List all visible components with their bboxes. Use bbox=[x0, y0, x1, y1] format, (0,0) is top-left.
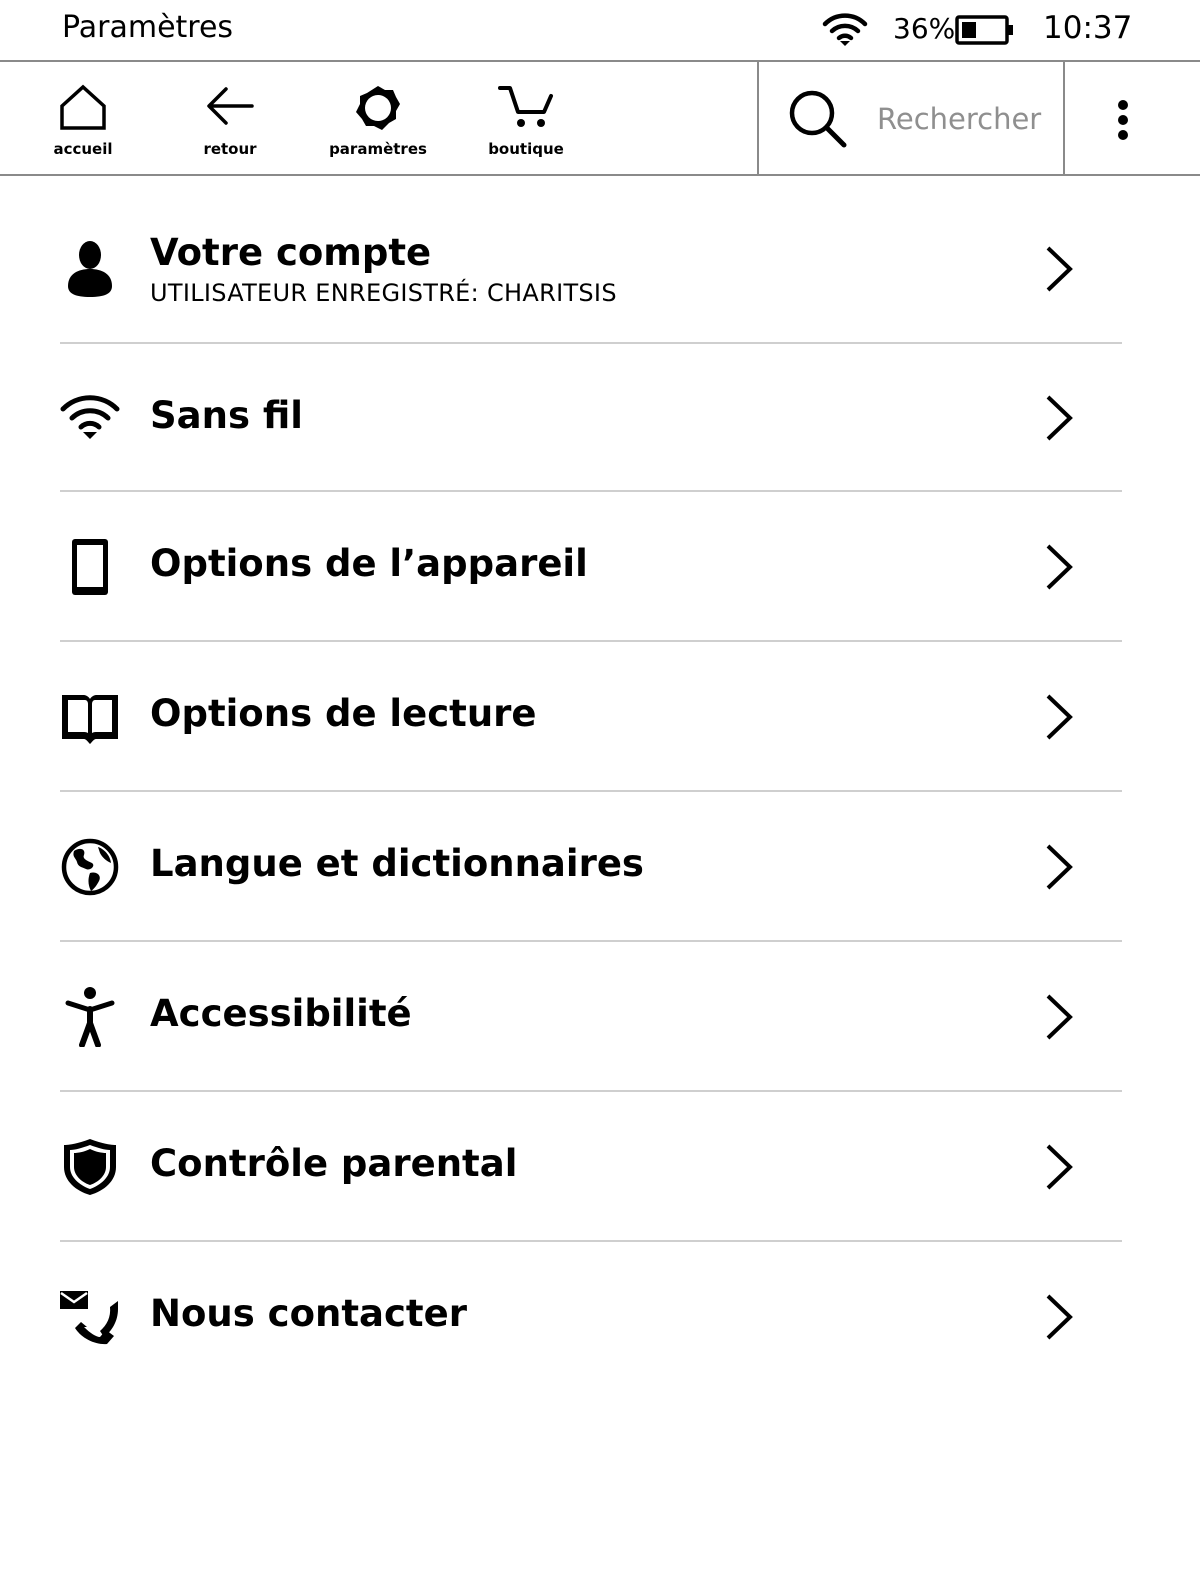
search-input[interactable]: Rechercher bbox=[757, 62, 1065, 174]
cart-icon bbox=[498, 86, 553, 127]
back-button-label: retour bbox=[203, 140, 257, 158]
home-icon bbox=[60, 84, 106, 130]
chevron-right-icon bbox=[1046, 694, 1073, 740]
settings-item-label: Langue et dictionnaires bbox=[150, 842, 644, 885]
back-arrow-icon bbox=[207, 87, 254, 125]
settings-item-account[interactable]: Votre compte UTILISATEUR ENREGISTRÉ: CHA… bbox=[60, 178, 1122, 344]
chevron-right-icon bbox=[1046, 246, 1073, 292]
wifi-icon bbox=[60, 395, 120, 439]
back-button[interactable]: retour bbox=[170, 62, 290, 174]
screen-title: Paramètres bbox=[62, 10, 234, 45]
settings-item-device-options[interactable]: Options de l’appareil bbox=[60, 492, 1122, 642]
device-icon bbox=[72, 539, 108, 595]
person-icon bbox=[68, 241, 112, 297]
globe-icon bbox=[61, 838, 119, 896]
store-button-label: boutique bbox=[488, 140, 564, 158]
chevron-right-icon bbox=[1046, 844, 1073, 890]
settings-button-label: paramètres bbox=[329, 140, 427, 158]
wifi-icon bbox=[822, 13, 868, 46]
chevron-right-icon bbox=[1046, 544, 1073, 590]
settings-item-accessibility[interactable]: Accessibilité bbox=[60, 942, 1122, 1092]
search-placeholder: Rechercher bbox=[877, 102, 1042, 136]
more-menu-button[interactable] bbox=[1098, 82, 1148, 154]
battery-icon bbox=[955, 15, 1013, 45]
settings-item-label: Contrôle parental bbox=[150, 1142, 518, 1185]
gear-icon bbox=[356, 86, 400, 130]
home-button[interactable]: accueil bbox=[23, 62, 143, 174]
more-vertical-icon-dot bbox=[1118, 130, 1128, 140]
settings-item-parental-controls[interactable]: Contrôle parental bbox=[60, 1092, 1122, 1242]
store-button[interactable]: boutique bbox=[466, 62, 586, 174]
battery-percent: 36% bbox=[893, 12, 956, 45]
settings-item-label: Options de l’appareil bbox=[150, 542, 588, 585]
search-icon bbox=[789, 90, 847, 148]
settings-item-label: Sans fil bbox=[150, 394, 303, 437]
settings-item-reading-options[interactable]: Options de lecture bbox=[60, 642, 1122, 792]
chevron-right-icon bbox=[1046, 395, 1073, 441]
settings-item-label: Nous contacter bbox=[150, 1292, 467, 1335]
chevron-right-icon bbox=[1046, 1144, 1073, 1190]
more-vertical-icon-dot bbox=[1118, 115, 1128, 125]
chevron-right-icon bbox=[1046, 994, 1073, 1040]
toolbar: accueil retour paramètres boutique Reche… bbox=[0, 60, 1200, 176]
contact-icon bbox=[60, 1291, 118, 1345]
settings-item-label: Votre compte bbox=[150, 231, 432, 274]
settings-item-label: Accessibilité bbox=[150, 992, 412, 1035]
settings-item-language[interactable]: Langue et dictionnaires bbox=[60, 792, 1122, 942]
settings-item-contact-us[interactable]: Nous contacter bbox=[60, 1242, 1122, 1392]
settings-button[interactable]: paramètres bbox=[318, 62, 438, 174]
status-bar: Paramètres 36% 10:37 bbox=[0, 0, 1200, 60]
accessibility-icon bbox=[65, 987, 115, 1047]
chevron-right-icon bbox=[1046, 1294, 1073, 1340]
settings-item-wireless[interactable]: Sans fil bbox=[60, 344, 1122, 492]
settings-item-sublabel: UTILISATEUR ENREGISTRÉ: CHARITSIS bbox=[150, 279, 617, 307]
more-vertical-icon bbox=[1118, 100, 1128, 110]
shield-icon bbox=[64, 1139, 116, 1195]
settings-item-label: Options de lecture bbox=[150, 692, 537, 735]
clock: 10:37 bbox=[1043, 10, 1133, 46]
settings-list: Votre compte UTILISATEUR ENREGISTRÉ: CHA… bbox=[60, 178, 1122, 1392]
book-icon bbox=[62, 695, 118, 744]
home-button-label: accueil bbox=[53, 140, 113, 158]
